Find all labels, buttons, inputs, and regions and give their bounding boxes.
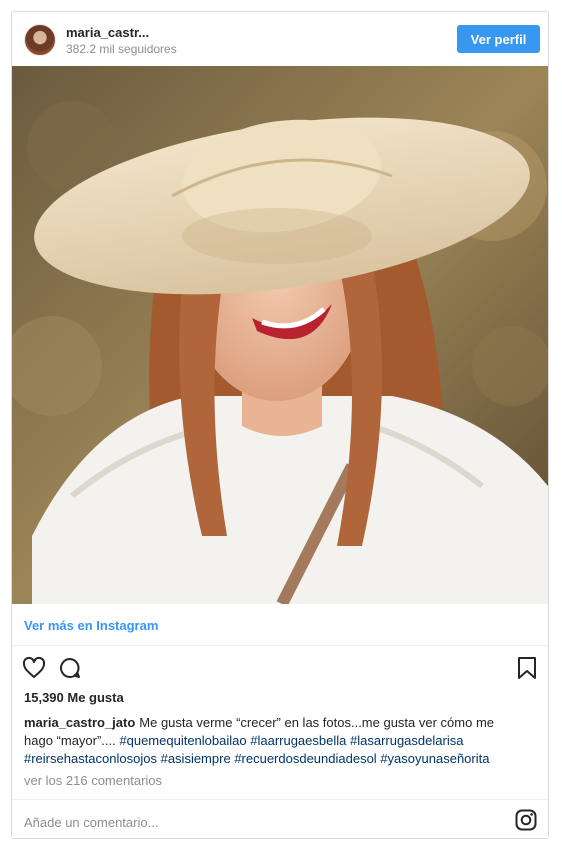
actions-bar [12, 646, 548, 686]
username[interactable]: maria_castr... [66, 25, 149, 40]
hashtag[interactable]: #reirsehastaconlosojos [24, 751, 157, 766]
view-more-on-instagram[interactable]: Ver más en Instagram [12, 604, 548, 646]
comment-icon[interactable] [58, 656, 82, 680]
more-link-label[interactable]: Ver más en Instagram [24, 618, 158, 633]
instagram-icon[interactable] [515, 809, 537, 831]
hashtag[interactable]: #yasoyunaseñorita [380, 751, 489, 766]
comment-input-placeholder[interactable]: Añade un comentario... [24, 815, 158, 830]
view-comments-link[interactable]: ver los 216 comentarios [24, 773, 162, 788]
photo-image [12, 66, 548, 604]
likes-count[interactable]: 15,390 Me gusta [24, 690, 124, 705]
hashtag[interactable]: #quemequitenlobailao [119, 733, 246, 748]
instagram-embed-card: maria_castr... 382.2 mil seguidores Ver … [11, 11, 549, 839]
hashtag[interactable]: #lasarrugasdelarisa [350, 733, 463, 748]
caption-author[interactable]: maria_castro_jato [24, 715, 135, 730]
post-photo[interactable] [12, 66, 548, 604]
view-profile-button[interactable]: Ver perfil [457, 25, 540, 53]
heart-icon[interactable] [22, 656, 46, 680]
post-caption: maria_castro_jato Me gusta verme “crecer”… [24, 714, 524, 768]
hashtag[interactable]: #recuerdosdeundiadesol [234, 751, 376, 766]
followers-count: 382.2 mil seguidores [66, 42, 177, 56]
post-header: maria_castr... 382.2 mil seguidores Ver … [12, 12, 548, 66]
bookmark-icon[interactable] [516, 656, 538, 680]
hashtag[interactable]: #asisiempre [161, 751, 231, 766]
add-comment-bar[interactable]: Añade un comentario... [12, 799, 548, 839]
hashtag[interactable]: #laarrugaesbella [250, 733, 346, 748]
avatar[interactable] [24, 24, 56, 56]
